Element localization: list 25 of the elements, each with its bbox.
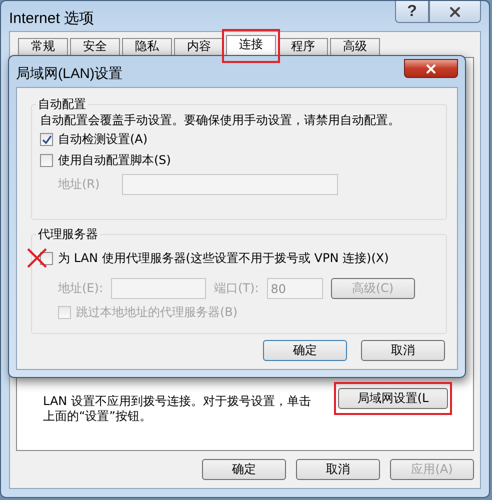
group-title: 代理服务器 [37, 226, 99, 243]
help-button[interactable]: ? [395, 1, 429, 23]
dialog-button[interactable]: 取消 [296, 459, 380, 480]
field-label: 端口(T): [214, 280, 259, 297]
lan-note: LAN 设置不应用到拨号连接。对于拨号设置，单击上面的“设置”按钮。 [43, 394, 312, 424]
close-icon [424, 62, 438, 76]
group-title: 自动配置 [37, 96, 87, 113]
description-text: 自动配置会覆盖手动设置。要确保使用手动设置，请禁用自动配置。 [40, 113, 401, 128]
checkbox[interactable] [40, 154, 53, 167]
window-title: Internet 选项 [9, 9, 94, 28]
dialog-title: 局域网(LAN)设置 [16, 65, 123, 83]
close-button[interactable] [404, 59, 458, 78]
field-label: 地址(E): [58, 280, 103, 297]
close-button[interactable] [429, 1, 481, 23]
checkbox[interactable] [40, 133, 53, 146]
dialog-button[interactable]: 取消 [361, 340, 445, 361]
checkbox-label: 跳过本地地址的代理服务器(B) [76, 304, 238, 321]
field-label: 地址(R) [58, 176, 100, 193]
dialog-button[interactable]: 确定 [202, 459, 286, 480]
lan-settings-button[interactable]: 局域网设置(L [338, 388, 448, 409]
tab[interactable]: 连接 [226, 35, 276, 57]
checkbox-label: 自动检测设置(A) [58, 131, 148, 148]
dialog-button[interactable]: 确定 [263, 340, 347, 361]
checkbox-label: 为 LAN 使用代理服务器(这些设置不用于拨号或 VPN 连接)(X) [58, 250, 389, 267]
checkbox-label: 使用自动配置脚本(S) [58, 152, 171, 169]
